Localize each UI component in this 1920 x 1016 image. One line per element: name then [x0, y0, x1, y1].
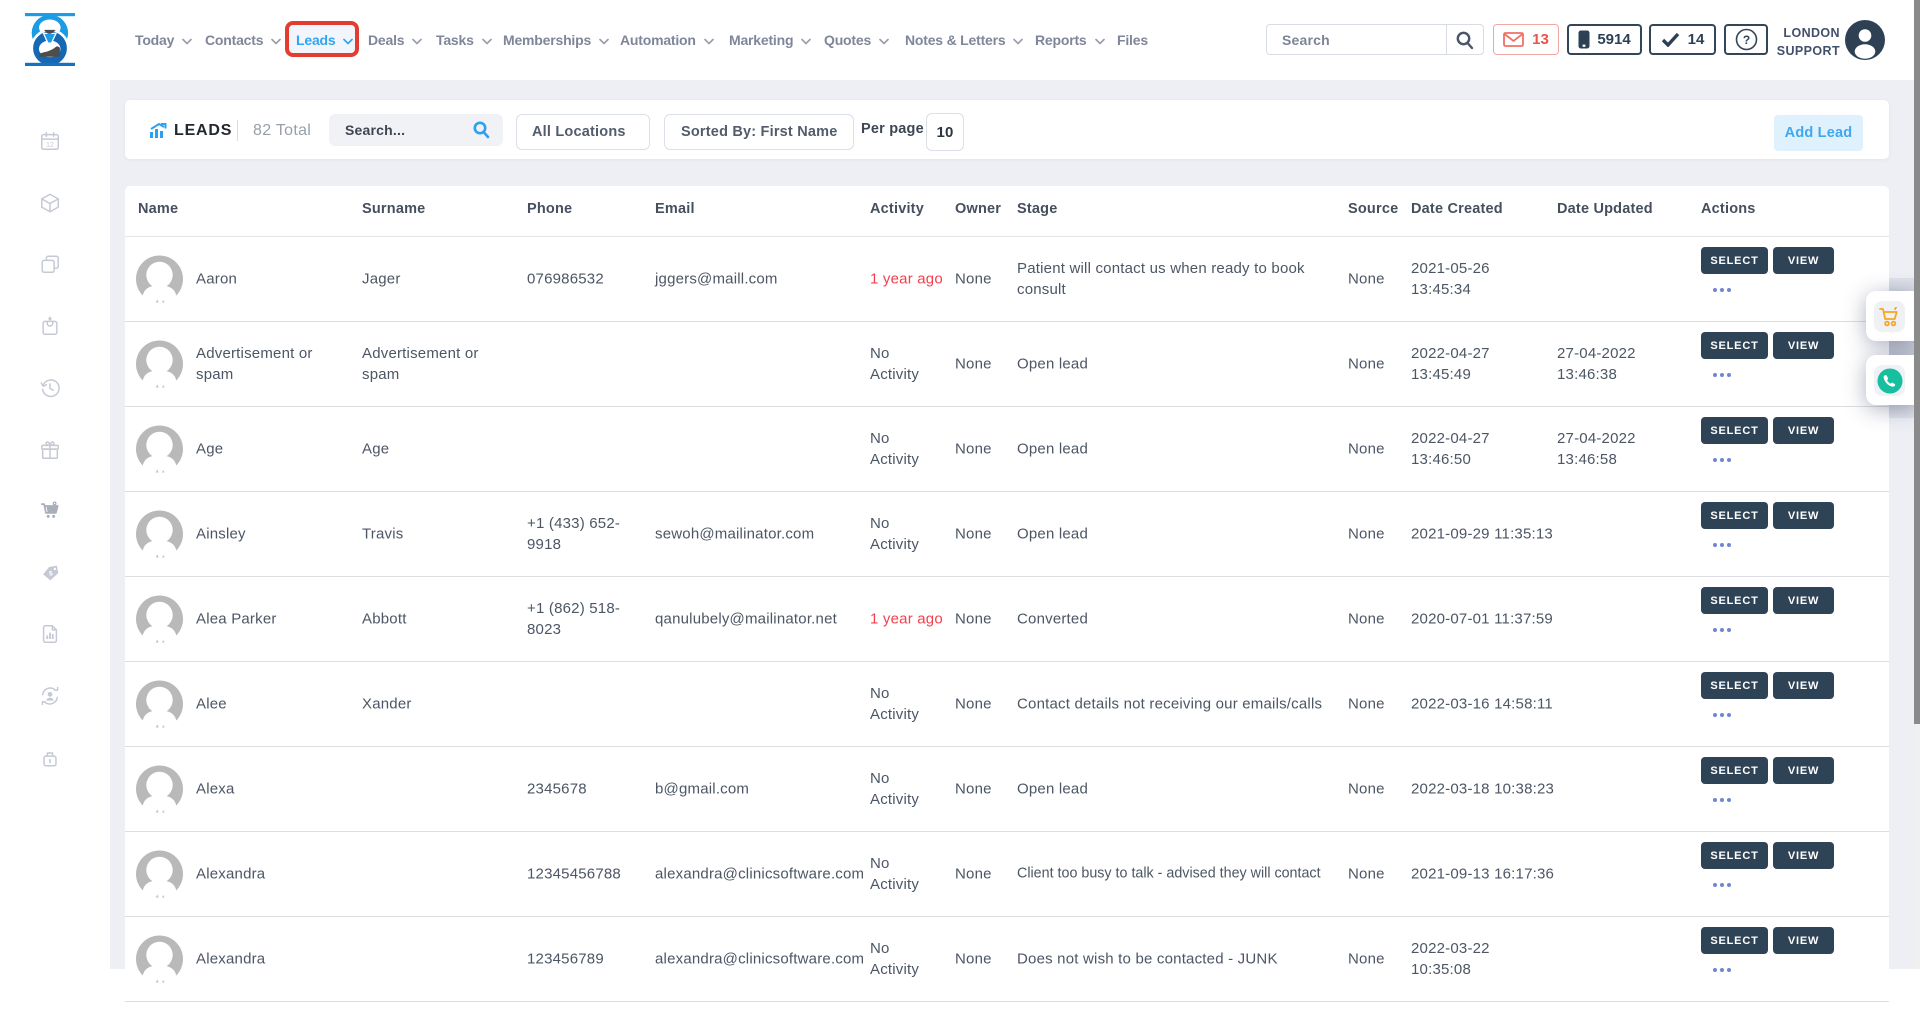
svg-text:12: 12	[46, 142, 54, 149]
svg-text:?: ?	[1742, 33, 1749, 47]
